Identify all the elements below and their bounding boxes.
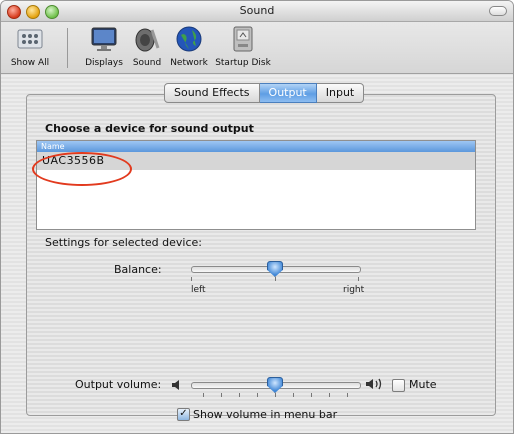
tab-bar: Sound Effects Output Input (164, 83, 365, 103)
balance-right-label: right (343, 285, 365, 295)
toolbar-item-label: Startup Disk (215, 58, 271, 68)
volume-tick (311, 393, 312, 397)
toolbar-item-label: Sound (132, 58, 162, 68)
volume-tick (329, 393, 330, 397)
startup-disk-button[interactable]: Startup Disk (213, 24, 273, 68)
toolbar: Show All Displays Sound Network Startup … (1, 22, 513, 74)
window-title: Sound (239, 4, 275, 17)
name-column-header[interactable]: Name (37, 141, 475, 152)
globe-icon (174, 24, 204, 54)
volume-tick (203, 393, 204, 397)
show-volume-in-menubar-label: Show volume in menu bar (193, 408, 338, 421)
tab-sound-effects[interactable]: Sound Effects (164, 83, 260, 103)
volume-tick (221, 393, 222, 397)
mute-label: Mute (409, 378, 437, 391)
balance-left-label: left (191, 285, 206, 295)
toolbar-item-label: Show All (10, 58, 50, 68)
settings-heading: Settings for selected device: (45, 236, 203, 249)
volume-tick (293, 393, 294, 397)
tab-input[interactable]: Input (316, 83, 365, 103)
sound-preferences-window: Sound Show All Displays Sound Network St… (0, 0, 514, 434)
volume-tick (257, 393, 258, 397)
toolbar-toggle-button[interactable] (489, 6, 507, 16)
output-device-heading: Choose a device for sound output (45, 122, 254, 135)
apple-icon (15, 24, 45, 54)
disk-icon (228, 24, 258, 54)
volume-high-icon (365, 376, 387, 396)
sound-button[interactable]: Sound (129, 24, 165, 68)
mute-checkbox[interactable] (392, 379, 405, 392)
output-volume-label: Output volume: (75, 378, 162, 391)
tab-output[interactable]: Output (259, 83, 317, 103)
display-icon (89, 24, 119, 54)
speaker-icon (132, 24, 162, 54)
show-volume-in-menubar-checkbox[interactable]: ✓ (177, 408, 190, 421)
balance-center-tick (275, 277, 276, 281)
displays-button[interactable]: Displays (82, 24, 126, 68)
title-bar: Sound (1, 1, 513, 22)
volume-tick (239, 393, 240, 397)
volume-low-icon (171, 377, 185, 396)
balance-label: Balance: (114, 263, 162, 276)
highlight-circle-annotation (32, 152, 132, 186)
toolbar-item-label: Displays (85, 58, 123, 68)
toolbar-separator (67, 28, 68, 68)
network-button[interactable]: Network (166, 24, 212, 68)
balance-right-tick (358, 277, 359, 281)
volume-tick (275, 393, 276, 397)
balance-left-tick (191, 277, 192, 281)
volume-tick (347, 393, 348, 397)
show-all-button[interactable]: Show All (5, 24, 55, 68)
toolbar-item-label: Network (170, 58, 208, 68)
